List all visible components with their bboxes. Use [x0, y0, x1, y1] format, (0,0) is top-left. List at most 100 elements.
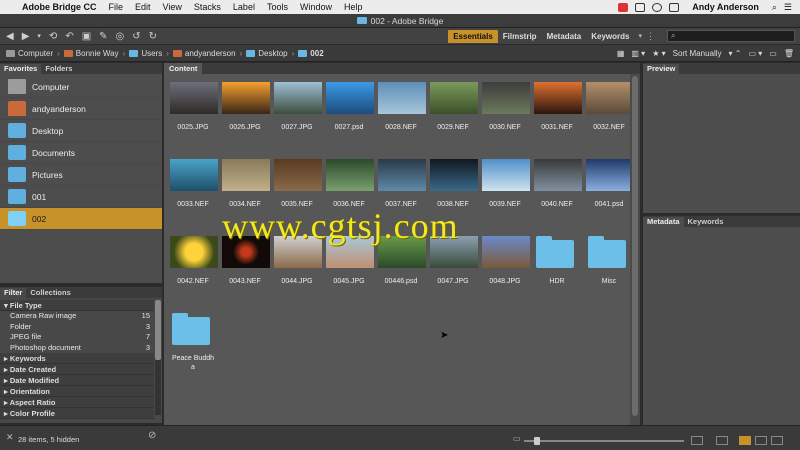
chevron-down-icon[interactable]: ▾ [37, 32, 41, 40]
menu-view[interactable]: View [163, 2, 182, 12]
thumbnail-item[interactable]: 0042.NEF [168, 228, 218, 290]
menu-stacks[interactable]: Stacks [194, 2, 221, 12]
zoom-in-icon[interactable] [691, 436, 703, 445]
filter-section-date-modified[interactable]: ▸ Date Modified [0, 375, 154, 386]
scrollbar-thumb[interactable] [632, 76, 638, 416]
thumbnail-item[interactable]: 0040.NEF [532, 151, 582, 213]
scrollbar-thumb[interactable] [155, 300, 161, 360]
tab-filter[interactable]: Filter [0, 288, 27, 298]
thumbnail-item[interactable]: 0037.NEF [376, 151, 426, 213]
filter-section-keywords[interactable]: ▸ Keywords [0, 353, 154, 364]
menu-tools[interactable]: Tools [267, 2, 288, 12]
rotate-right-icon[interactable]: ↻ [149, 31, 157, 42]
tab-content[interactable]: Content [164, 63, 203, 74]
rotate-left-icon[interactable]: ↺ [132, 31, 140, 42]
filter-section-color-profile[interactable]: ▸ Color Profile [0, 408, 154, 419]
tab-preview[interactable]: Preview [643, 64, 680, 74]
crumb-desktop[interactable]: Desktop › [246, 49, 294, 58]
open-in-camera-raw-icon[interactable]: ◎ [116, 31, 125, 42]
thumbnail-item[interactable]: 0038.NEF [428, 151, 478, 213]
sort-dropdown[interactable]: Sort Manually [673, 49, 722, 58]
chevron-down-icon[interactable]: ▾ ⌃ [729, 49, 742, 58]
tab-collections[interactable]: Collections [26, 288, 74, 298]
favorite-pictures[interactable]: Pictures [0, 164, 162, 186]
menu-list-icon[interactable]: ☰ [784, 2, 792, 13]
filter-section-aspect-ratio[interactable]: ▸ Aspect Ratio [0, 397, 154, 408]
recent-folders-icon[interactable]: ⟲ [49, 31, 57, 42]
chevron-down-icon[interactable]: ▾ [638, 32, 642, 40]
thumbnail-item[interactable]: HDR [532, 228, 582, 290]
refine-icon[interactable]: ✎ [99, 31, 107, 42]
workspace-essentials[interactable]: Essentials [448, 29, 498, 43]
new-folder-icon[interactable]: ▭ ▾ [748, 49, 762, 58]
filter-row[interactable]: Folder 3 [0, 322, 162, 333]
thumbnail-size-slider[interactable] [524, 437, 684, 445]
favorite-andyanderson[interactable]: andyanderson [0, 98, 162, 120]
thumbnail-item[interactable]: Misc [584, 228, 634, 290]
thumbnail-item[interactable]: 0030.NEF [480, 74, 530, 136]
workspace-keywords[interactable]: Keywords [586, 30, 634, 43]
list-view-icon[interactable] [771, 436, 783, 445]
menu-help[interactable]: Help [344, 2, 363, 12]
thumbnail-item[interactable]: 0026.JPG [220, 74, 270, 136]
favorite-002[interactable]: 002 [0, 208, 162, 230]
menu-edit[interactable]: Edit [135, 2, 151, 12]
grid-view-icon[interactable] [716, 436, 728, 445]
filter-row[interactable]: JPEG file 7 [0, 332, 162, 343]
thumbnail-item[interactable]: 0027.psd [324, 74, 374, 136]
new-folder-icon[interactable]: ▭ [769, 49, 777, 58]
tab-favorites[interactable]: Favorites [0, 64, 42, 74]
thumbnail-item[interactable]: 0027.JPG [272, 74, 322, 136]
thumbnail-quality-icon[interactable]: ▦ [617, 49, 625, 58]
star-filter-icon[interactable]: ★ ▾ [652, 49, 665, 58]
search-input[interactable]: ⌕ [667, 30, 795, 42]
thumbnail-item[interactable]: 0028.NEF [376, 74, 426, 136]
trash-icon[interactable]: 🗑 [784, 49, 794, 58]
menu-file[interactable]: File [109, 2, 124, 12]
thumbnail-item[interactable]: 0033.NEF [168, 151, 218, 213]
favorite-documents[interactable]: Documents [0, 142, 162, 164]
favorite-desktop[interactable]: Desktop [0, 120, 162, 142]
crumb-computer[interactable]: Computer › [6, 49, 60, 58]
crumb-users[interactable]: Users › [129, 49, 169, 58]
filter-section-orientation[interactable]: ▸ Orientation [0, 386, 154, 397]
back-arrow-icon[interactable]: ◀ [6, 31, 14, 42]
tab-metadata[interactable]: Metadata [643, 217, 684, 227]
favorite-computer[interactable]: Computer [0, 76, 162, 98]
camera-import-icon[interactable]: ▣ [82, 31, 91, 42]
thumbnail-item[interactable]: 0025.JPG [168, 74, 218, 136]
user-name[interactable]: Andy Anderson [692, 2, 759, 12]
zoom-out-icon[interactable]: ▭ [513, 434, 521, 443]
workspace-metadata[interactable]: Metadata [542, 30, 587, 43]
spotlight-icon[interactable]: ⌕ [772, 2, 777, 13]
thumbnail-item[interactable]: Peace Buddh a [168, 305, 218, 371]
boomerang-icon[interactable]: ↶ [65, 31, 73, 42]
filter-section-file-type[interactable]: ▾ File Type [0, 300, 154, 311]
filter-row[interactable]: Photoshop document 3 [0, 343, 162, 354]
thumbnail-item[interactable]: 0032.NEF [584, 74, 634, 136]
app-menu[interactable]: Adobe Bridge CC [22, 2, 97, 12]
grid-view-icon[interactable]: ▥ ▾ [631, 49, 645, 58]
favorite-001[interactable]: 001 [0, 186, 162, 208]
thumbnail-view-icon[interactable] [739, 436, 751, 445]
thumbnail-item[interactable]: 0029.NEF [428, 74, 478, 136]
tab-keywords[interactable]: Keywords [684, 217, 728, 227]
thumbnail-item[interactable]: 0031.NEF [532, 74, 582, 136]
thumbnail-item[interactable]: 0034.NEF [220, 151, 270, 213]
display-icon[interactable] [635, 2, 646, 12]
thumbnail-item[interactable]: 0036.NEF [324, 151, 374, 213]
thumbnail-item[interactable]: 0039.NEF [480, 151, 530, 213]
slider-knob[interactable] [534, 437, 540, 445]
battery-icon[interactable] [669, 2, 680, 12]
crumb-002[interactable]: 002 [298, 49, 324, 58]
pin-icon[interactable]: ✕ [6, 432, 14, 443]
thumbnail-item[interactable]: 0048.JPG [480, 228, 530, 290]
filter-section-date-created[interactable]: ▸ Date Created [0, 364, 154, 375]
thumbnail-item[interactable]: 0041.psd [584, 151, 634, 213]
crumb-bonnie-way[interactable]: Bonnie Way › [63, 49, 125, 58]
details-view-icon[interactable] [755, 436, 767, 445]
clock-icon[interactable] [652, 2, 663, 12]
filter-row[interactable]: Camera Raw image 15 [0, 311, 162, 322]
workspace-filmstrip[interactable]: Filmstrip [498, 30, 542, 43]
menu-window[interactable]: Window [300, 2, 332, 12]
